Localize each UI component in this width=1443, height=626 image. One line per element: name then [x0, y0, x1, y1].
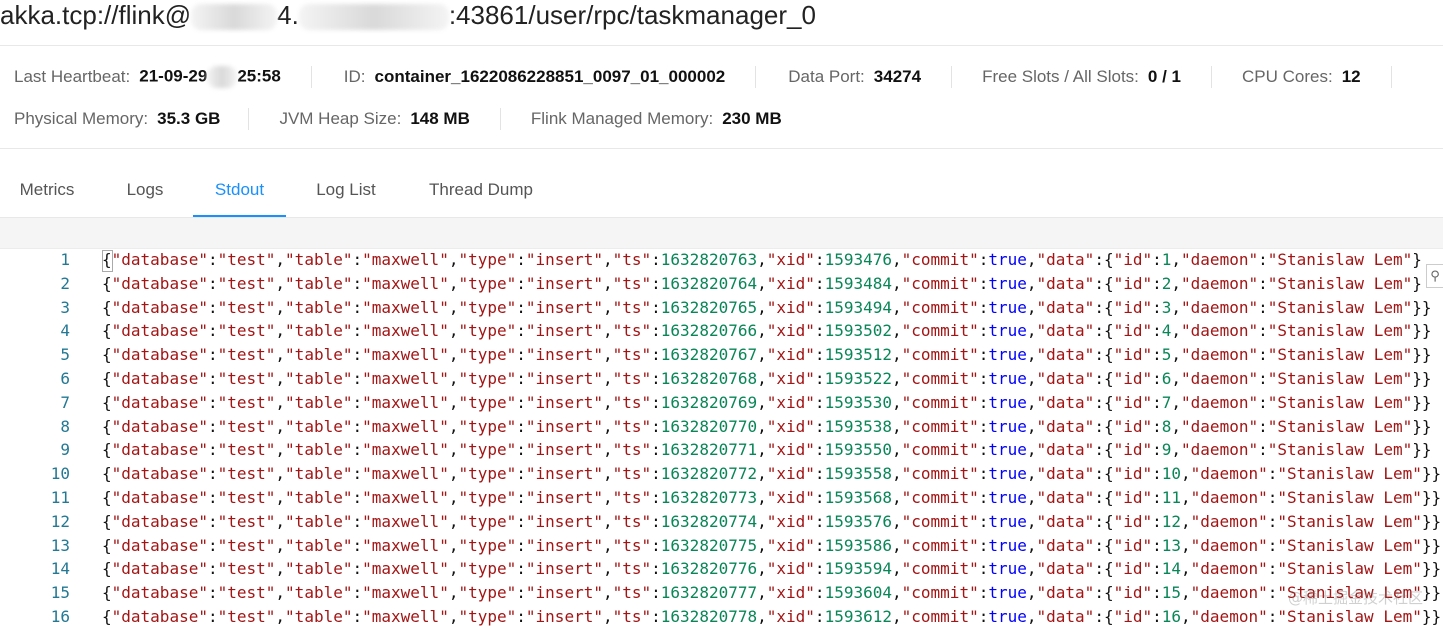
- jvm-heap-label: JVM Heap Size:: [279, 109, 402, 128]
- tab-log-list[interactable]: Log List: [302, 165, 390, 215]
- stdout-editor[interactable]: 1 {"database":"test","table":"maxwell","t…: [0, 248, 1443, 626]
- line-number: 16: [50, 607, 70, 626]
- line-content: {"database":"test","table":"maxwell","ty…: [102, 297, 1432, 317]
- line-number: 12: [50, 511, 70, 531]
- line-number: 7: [60, 392, 70, 412]
- redacted-region: [298, 4, 449, 31]
- cpu-cores-label: CPU Cores:: [1242, 67, 1333, 86]
- line-content: {"database":"test","table":"maxwell","ty…: [102, 535, 1442, 555]
- divider: [1390, 66, 1392, 88]
- divider: [951, 66, 953, 88]
- tab-bar: Metrics Logs Stdout Log List Thread Dump: [0, 165, 1443, 218]
- last-heartbeat-value: 21-09-29 25:58: [139, 66, 281, 88]
- line-content: {"database":"test","table":"maxwell","ty…: [102, 273, 1422, 293]
- cpu-cores-value: 12: [1341, 67, 1361, 86]
- last-heartbeat-label: Last Heartbeat:: [14, 67, 131, 86]
- bracket-match-highlight: [102, 250, 113, 272]
- divider: [755, 66, 757, 88]
- line-content: {"database":"test","table":"maxwell","ty…: [102, 583, 1442, 603]
- line-content: {"database":"test","table":"maxwell","ty…: [102, 511, 1442, 531]
- line-number: 5: [60, 345, 70, 365]
- line-number: 4: [60, 321, 70, 341]
- line-content: {"database":"test","table":"maxwell","ty…: [102, 321, 1432, 341]
- line-content: {"database":"test","table":"maxwell","ty…: [102, 392, 1432, 412]
- line-content: {"database":"test","table":"maxwell","ty…: [102, 488, 1442, 507]
- line-number: 8: [60, 416, 70, 436]
- line-content: {"database":"test","table":"maxwell","ty…: [102, 345, 1432, 365]
- redacted-region: [191, 4, 278, 31]
- line-content: {"database":"test","table":"maxwell","ty…: [102, 607, 1442, 626]
- jvm-heap-size: JVM Heap Size: 148 MB: [279, 105, 469, 133]
- line-content: {"database":"test","table":"maxwell","ty…: [102, 369, 1432, 388]
- line-number: 15: [50, 583, 70, 603]
- physical-memory: Physical Memory: 35.3 GB: [14, 105, 220, 133]
- line-number: 2: [60, 273, 70, 293]
- page-title: akka.tcp://flink@ 4. :43861/user/rpc/taskm…: [0, 0, 816, 34]
- physical-memory-value: 35.3 GB: [157, 109, 221, 128]
- flink-managed-memory: Flink Managed Memory: 230 MB: [531, 105, 782, 133]
- line-number: 6: [60, 369, 70, 388]
- tab-logs[interactable]: Logs: [108, 165, 182, 215]
- data-port: Data Port: 34274: [788, 63, 921, 91]
- line-content: {"database":"test","table":"maxwell","ty…: [102, 416, 1432, 436]
- divider: [310, 66, 312, 88]
- cpu-cores: CPU Cores: 12: [1242, 63, 1361, 91]
- divider: [499, 108, 501, 130]
- search-icon[interactable]: ⚲: [1426, 264, 1443, 288]
- line-content: {"database":"test","table":"maxwell","ty…: [102, 250, 1422, 269]
- tab-metrics[interactable]: Metrics: [0, 165, 94, 215]
- taskmanager-info-panel: Last Heartbeat: 21-09-29 25:58 ID: contai…: [0, 45, 1443, 149]
- divider: [1211, 66, 1212, 88]
- container-id: ID: container_1622086228851_0097_01_0000…: [344, 63, 725, 91]
- line-content: {"database":"test","table":"maxwell","ty…: [102, 440, 1432, 460]
- line-content: {"database":"test","table":"maxwell","ty…: [102, 559, 1442, 579]
- line-number: 9: [60, 440, 70, 460]
- title-prefix: akka.tcp://flink@: [0, 0, 192, 30]
- line-content: {"database":"test","table":"maxwell","ty…: [102, 464, 1442, 484]
- editor-toolbar: [0, 218, 1443, 249]
- flink-managed-label: Flink Managed Memory:: [530, 109, 714, 128]
- line-number: 3: [60, 297, 70, 317]
- free-slots: Free Slots / All Slots: 0 / 1: [982, 63, 1181, 91]
- free-slots-value: 0 / 1: [1147, 67, 1181, 86]
- data-port-value: 34274: [873, 67, 922, 86]
- data-port-label: Data Port:: [788, 67, 865, 86]
- physical-memory-label: Physical Memory:: [14, 109, 149, 128]
- tab-thread-dump[interactable]: Thread Dump: [413, 165, 549, 215]
- line-number: 11: [50, 488, 70, 507]
- line-number: 14: [50, 559, 70, 579]
- info-row: Last Heartbeat: 21-09-29 25:58 ID: contai…: [0, 56, 1392, 98]
- id-value: container_1622086228851_0097_01_000002: [374, 67, 726, 86]
- watermark: @稀土掘金技术社区: [1287, 589, 1423, 607]
- jvm-heap-value: 148 MB: [410, 109, 470, 128]
- info-row: Physical Memory: 35.3 GB JVM Heap Size: …: [0, 98, 782, 140]
- title-suffix: :43861/user/rpc/taskmanager_0: [448, 0, 816, 30]
- line-number: 10: [50, 464, 70, 484]
- line-number: 1: [60, 250, 70, 269]
- divider: [248, 108, 250, 130]
- last-heartbeat: Last Heartbeat: 21-09-29 25:58: [14, 63, 281, 91]
- line-number: 13: [50, 535, 70, 555]
- id-label: ID:: [343, 67, 366, 86]
- title-mid: 4.: [277, 0, 299, 30]
- flink-managed-value: 230 MB: [722, 109, 782, 128]
- free-slots-label: Free Slots / All Slots:: [982, 67, 1139, 86]
- tab-stdout[interactable]: Stdout: [193, 165, 286, 217]
